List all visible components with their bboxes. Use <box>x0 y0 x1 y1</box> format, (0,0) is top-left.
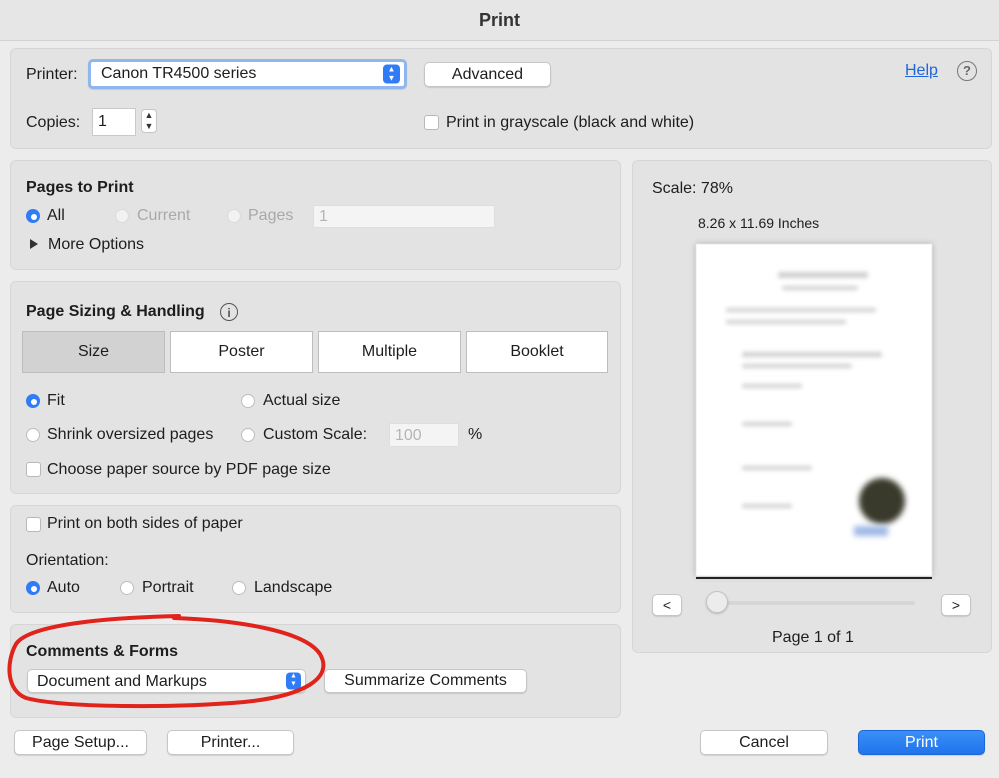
tab-booklet[interactable]: Booklet <box>466 331 608 373</box>
custom-scale-label: Custom Scale: <box>263 426 368 443</box>
fit-radio[interactable] <box>26 394 40 408</box>
prev-page-button[interactable]: < <box>652 594 682 616</box>
page-slider-thumb[interactable] <box>706 591 728 613</box>
orientation-portrait-radio[interactable] <box>120 581 134 595</box>
window-title: Print <box>0 0 999 41</box>
printer-select[interactable]: Canon TR4500 series ▲ ▼ <box>88 59 407 89</box>
orientation-label: Orientation: <box>26 552 109 569</box>
printer-label: Printer: <box>26 66 78 83</box>
grayscale-label: Print in grayscale (black and white) <box>446 114 695 131</box>
next-page-button[interactable]: > <box>941 594 971 616</box>
scale-label: Scale: 78% <box>652 180 733 197</box>
both-sides-checkbox[interactable] <box>26 517 41 532</box>
shrink-label: Shrink oversized pages <box>47 426 214 443</box>
actual-size-radio[interactable] <box>241 394 255 408</box>
advanced-button[interactable]: Advanced <box>424 62 551 87</box>
tab-multiple[interactable]: Multiple <box>318 331 461 373</box>
select-arrows-icon: ▲ ▼ <box>383 64 400 84</box>
page-slider-track[interactable] <box>710 601 915 605</box>
copies-label: Copies: <box>26 114 81 131</box>
summarize-comments-button[interactable]: Summarize Comments <box>324 669 527 693</box>
printer-button[interactable]: Printer... <box>167 730 294 755</box>
pages-all-label: All <box>47 207 65 224</box>
orientation-auto-label: Auto <box>47 579 80 596</box>
page-indicator: Page 1 of 1 <box>772 629 854 646</box>
cancel-button[interactable]: Cancel <box>700 730 828 755</box>
pages-all-radio[interactable] <box>26 209 40 223</box>
custom-scale-field[interactable]: 100 <box>389 423 459 447</box>
more-options-label[interactable]: More Options <box>48 236 144 254</box>
fit-label: Fit <box>47 392 65 409</box>
page-setup-button[interactable]: Page Setup... <box>14 730 147 755</box>
pages-title: Pages to Print <box>26 179 134 196</box>
paper-source-label: Choose paper source by PDF page size <box>47 461 331 478</box>
print-button[interactable]: Print <box>858 730 985 755</box>
pages-current-radio[interactable] <box>115 209 129 223</box>
paper-source-checkbox[interactable] <box>26 462 41 477</box>
disclosure-triangle-icon[interactable] <box>30 239 38 249</box>
help-link[interactable]: Help <box>905 62 938 80</box>
orientation-portrait-label: Portrait <box>142 579 194 596</box>
annotation-ellipse <box>7 614 326 709</box>
custom-scale-radio[interactable] <box>241 428 255 442</box>
orientation-landscape-radio[interactable] <box>232 581 246 595</box>
tab-poster[interactable]: Poster <box>170 331 313 373</box>
pages-current-label: Current <box>137 207 191 224</box>
percent-label: % <box>468 426 483 443</box>
pages-range-field[interactable]: 1 <box>313 205 495 228</box>
copies-field[interactable]: 1 <box>92 108 136 136</box>
info-icon[interactable]: i <box>220 303 238 321</box>
both-sides-label: Print on both sides of paper <box>47 515 243 532</box>
orientation-auto-radio[interactable] <box>26 581 40 595</box>
copies-stepper[interactable]: ▲ ▼ <box>141 109 157 133</box>
help-question-icon[interactable]: ? <box>957 61 977 81</box>
printer-select-value: Canon TR4500 series <box>101 65 257 82</box>
grayscale-checkbox[interactable] <box>424 115 439 130</box>
shrink-radio[interactable] <box>26 428 40 442</box>
actual-size-label: Actual size <box>263 392 341 409</box>
pages-range-label: Pages <box>248 207 294 224</box>
pages-range-radio[interactable] <box>227 209 241 223</box>
orientation-landscape-label: Landscape <box>254 579 333 596</box>
sizing-title: Page Sizing & Handling <box>26 303 205 320</box>
page-preview <box>696 244 932 576</box>
tab-size[interactable]: Size <box>22 331 165 373</box>
paper-size-label: 8.26 x 11.69 Inches <box>698 215 820 231</box>
